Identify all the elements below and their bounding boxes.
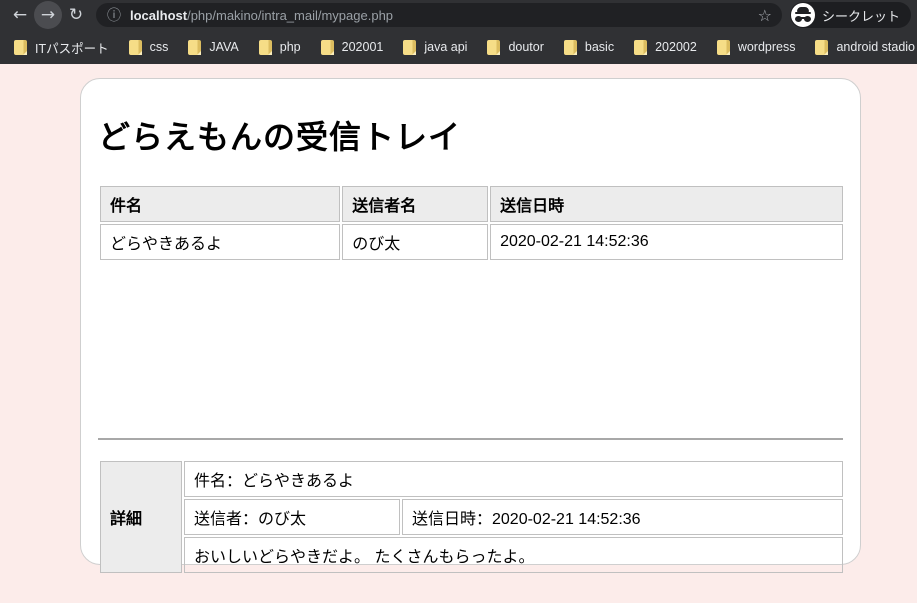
folder-icon — [128, 39, 142, 55]
col-header-subject: 件名 — [100, 186, 341, 222]
detail-row-subject: 詳細 件名：どらやきあるよ — [100, 461, 843, 573]
url-bar[interactable]: ⓘ localhost/php/makino/intra_mail/mypage… — [96, 3, 782, 27]
browser-toolbar: ← → ↻ ⓘ localhost/php/makino/intra_mail/… — [0, 0, 917, 30]
detail-row-body: おいしいどらやきだよ。 たくさんもらったよ。 — [100, 537, 843, 573]
cell-subject[interactable]: どらやきあるよ — [100, 224, 341, 260]
detail-row-sender: 送信者：のび太 送信日時：2020-02-21 14:52:36 — [100, 499, 843, 535]
detail-body: おいしいどらやきだよ。 たくさんもらったよ。 — [184, 537, 843, 573]
bookmark-css[interactable]: css — [119, 34, 179, 60]
inbox-row[interactable]: どらやきあるよ のび太 2020-02-21 14:52:36 — [100, 224, 843, 260]
browser-chrome: ← → ↻ ⓘ localhost/php/makino/intra_mail/… — [0, 0, 917, 64]
detail-subject: 件名：どらやきあるよ — [184, 461, 843, 497]
col-header-sent-at: 送信日時 — [490, 186, 843, 222]
bookmark-android-stadio[interactable]: android stadio — [805, 34, 917, 60]
page-background: どらえもんの受信トレイ 件名 送信者名 送信日時 どらやきあるよ のび太 202… — [0, 64, 917, 603]
detail-sender: 送信者：のび太 — [184, 499, 400, 535]
url-text: localhost/php/makino/intra_mail/mypage.p… — [130, 8, 393, 23]
page-info-icon[interactable]: ⓘ — [107, 5, 121, 25]
folder-icon — [188, 39, 202, 55]
folder-icon — [487, 39, 501, 55]
folder-icon — [403, 39, 417, 55]
bookmark-202001[interactable]: 202001 — [311, 34, 394, 60]
incognito-icon — [790, 3, 815, 27]
bookmark-star-icon[interactable]: ☆ — [758, 6, 772, 25]
inbox-header-row: 件名 送信者名 送信日時 — [100, 186, 843, 222]
incognito-label: シークレット — [821, 8, 900, 24]
url-host: localhost — [130, 7, 188, 23]
folder-icon — [258, 39, 272, 55]
detail-label: 詳細 — [100, 461, 182, 573]
whitespace-spacer — [98, 262, 843, 438]
folder-icon — [320, 39, 334, 55]
bookmark-php[interactable]: php — [249, 34, 311, 60]
bookmark-basic[interactable]: basic — [554, 34, 624, 60]
detail-table: 詳細 件名：どらやきあるよ 送信者：のび太 送信日時：2020-02-21 14… — [98, 459, 845, 575]
folder-icon — [563, 39, 577, 55]
bookmark-wordpress[interactable]: wordpress — [707, 34, 806, 60]
page-title: どらえもんの受信トレイ — [98, 119, 462, 155]
col-header-sender: 送信者名 — [342, 186, 489, 222]
inbox-table: 件名 送信者名 送信日時 どらやきあるよ のび太 2020-02-21 14:5… — [98, 184, 845, 262]
divider — [98, 438, 843, 440]
content-card: どらえもんの受信トレイ 件名 送信者名 送信日時 どらやきあるよ のび太 202… — [80, 78, 861, 573]
detail-sent-at: 送信日時：2020-02-21 14:52:36 — [402, 499, 843, 535]
bookmark-doutor[interactable]: doutor — [477, 34, 553, 60]
back-button[interactable]: ← — [6, 1, 34, 29]
bookmark-java-api[interactable]: java api — [393, 34, 477, 60]
folder-icon — [815, 39, 829, 55]
folder-icon — [716, 39, 730, 55]
folder-icon — [14, 39, 27, 55]
bookmark-java[interactable]: JAVA — [178, 34, 248, 60]
bookmark-202002[interactable]: 202002 — [624, 34, 707, 60]
bookmark-itpassport[interactable]: ITパスポート — [4, 34, 119, 60]
incognito-badge: シークレット — [789, 2, 911, 28]
bookmarks-bar: ITパスポート css JAVA php 202001 java api dou… — [0, 30, 917, 64]
refresh-button[interactable]: ↻ — [62, 1, 90, 29]
cell-sent-at[interactable]: 2020-02-21 14:52:36 — [490, 224, 843, 260]
forward-button[interactable]: → — [34, 1, 62, 29]
folder-icon — [634, 39, 648, 55]
url-path: /php/makino/intra_mail/mypage.php — [187, 7, 394, 23]
cell-sender[interactable]: のび太 — [342, 224, 489, 260]
